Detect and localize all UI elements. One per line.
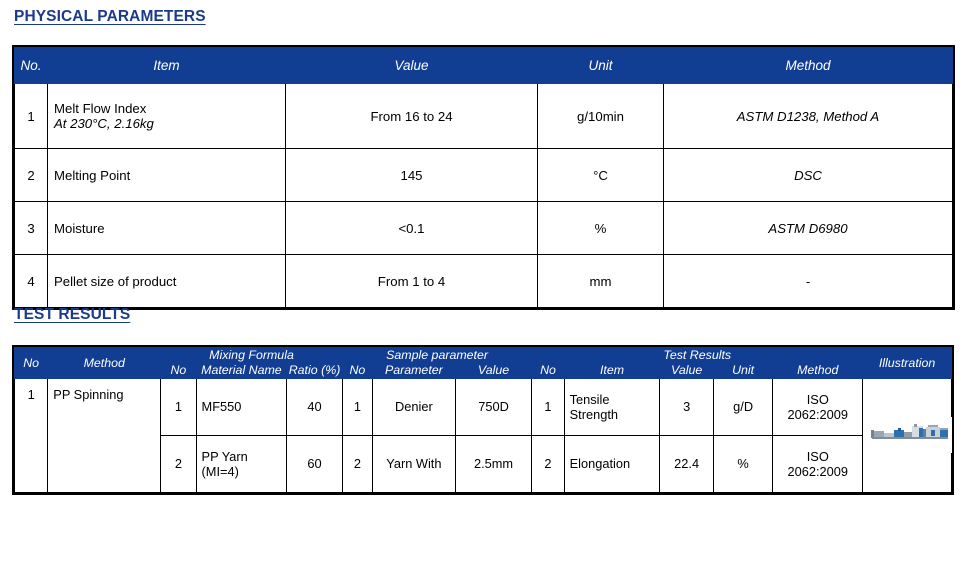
column-group-header-sample-parameter: Sample parameter <box>341 346 533 364</box>
cell-material-name: MF550 <box>195 377 288 436</box>
cell-item: Moisture <box>47 201 286 255</box>
cell-illustration <box>862 377 953 493</box>
column-header-result-item: Item <box>563 362 661 379</box>
table-row: 2 Melting Point 145 °C DSC <box>14 148 953 202</box>
cell-unit: °C <box>537 148 664 202</box>
cell-sample-value: 750D <box>454 377 533 436</box>
cell-result-unit: g/D <box>712 377 774 436</box>
page-title-test-results: TEST RESULTS <box>14 306 131 323</box>
column-header-sample-value: Value <box>454 362 533 379</box>
column-header-ratio: Ratio (%) <box>286 362 343 379</box>
cell-sample-value: 2.5mm <box>454 434 533 493</box>
cell-parameter: Yarn With <box>372 434 456 493</box>
table-header-row-top: No Method Mixing Formula Sample paramete… <box>13 346 952 379</box>
cell-item-title: Melt Flow Index <box>54 101 147 116</box>
cell-no: 1 <box>13 377 49 493</box>
cell-result-item: Elongation <box>563 434 661 493</box>
column-header-result-no: No <box>531 362 565 379</box>
column-header-parameter: Parameter <box>372 362 456 379</box>
column-header-material-name: Material Name <box>195 362 288 379</box>
cell-item: Melting Point <box>47 148 286 202</box>
column-header-no: No <box>13 347 49 379</box>
column-header-item: Item <box>47 47 286 84</box>
column-header-value: Value <box>285 47 538 84</box>
cell-parameter: Denier <box>372 377 456 436</box>
table-row: 1 Melt Flow Index At 230°C, 2.16kg From … <box>14 83 953 149</box>
cell-method: ASTM D6980 <box>663 201 953 255</box>
cell-unit: mm <box>537 254 664 308</box>
cell-method: PP Spinning <box>47 377 162 493</box>
cell-item-condition: At 230°C, 2.16kg <box>54 116 154 131</box>
cell-value: From 16 to 24 <box>285 83 538 149</box>
column-header-sample-no: No <box>341 362 374 379</box>
cell-mix-no: 2 <box>160 434 197 493</box>
datasheet-page: PHYSICAL PARAMETERS No. Item Value Unit … <box>0 0 967 577</box>
cell-result-no: 2 <box>531 434 565 493</box>
cell-no: 1 <box>14 83 48 149</box>
column-header-method: Method <box>663 47 953 84</box>
column-header-method: Method <box>47 347 162 379</box>
cell-item: Pellet size of product <box>47 254 286 308</box>
cell-method: DSC <box>663 148 953 202</box>
cell-value: <0.1 <box>285 201 538 255</box>
cell-value: 145 <box>285 148 538 202</box>
column-group-header-mixing-formula: Mixing Formula <box>160 346 343 364</box>
table-row: 3 Moisture <0.1 % ASTM D6980 <box>14 201 953 255</box>
column-header-result-method: Method <box>772 362 864 379</box>
cell-method: ASTM D1238, Method A <box>663 83 953 149</box>
cell-result-unit: % <box>712 434 774 493</box>
cell-no: 2 <box>14 148 48 202</box>
column-group-header-test-results: Test Results <box>531 346 864 364</box>
cell-result-method: ISO 2062:2009 <box>772 377 864 436</box>
table-row: 4 Pellet size of product From 1 to 4 mm … <box>14 254 953 308</box>
column-header-result-unit: Unit <box>712 362 774 379</box>
physical-parameters-table: No. Item Value Unit Method 1 Melt Flow I… <box>12 45 955 310</box>
cell-ratio: 40 <box>286 377 343 436</box>
cell-no: 3 <box>14 201 48 255</box>
cell-sample-no: 1 <box>341 377 374 436</box>
column-header-result-value: Value <box>659 362 714 379</box>
cell-mix-no: 1 <box>160 377 197 436</box>
cell-value: From 1 to 4 <box>285 254 538 308</box>
cell-no: 4 <box>14 254 48 308</box>
cell-material-name: PP Yarn (MI=4) <box>195 434 288 493</box>
extrusion-line-machine-icon <box>868 417 953 454</box>
cell-unit: g/10min <box>537 83 664 149</box>
cell-ratio: 60 <box>286 434 343 493</box>
table-header-row: No. Item Value Unit Method <box>14 47 953 84</box>
test-results-table: No Method Mixing Formula Sample paramete… <box>12 345 954 495</box>
cell-sample-no: 2 <box>341 434 374 493</box>
cell-result-value: 22.4 <box>659 434 714 493</box>
column-header-illustration: Illustration <box>862 347 952 379</box>
column-header-unit: Unit <box>537 47 664 84</box>
cell-unit: % <box>537 201 664 255</box>
cell-result-value: 3 <box>659 377 714 436</box>
cell-result-no: 1 <box>531 377 565 436</box>
cell-method: - <box>663 254 953 308</box>
column-header-no: No. <box>14 47 48 84</box>
page-title-physical-parameters: PHYSICAL PARAMETERS <box>14 8 206 25</box>
cell-result-method: ISO 2062:2009 <box>772 434 864 493</box>
table-row: 1 PP Spinning 1 MF550 40 1 Denier 750D 1… <box>13 377 953 493</box>
cell-result-item: Tensile Strength <box>563 377 661 436</box>
column-header-mix-no: No <box>160 362 197 379</box>
cell-item: Melt Flow Index At 230°C, 2.16kg <box>47 83 286 149</box>
